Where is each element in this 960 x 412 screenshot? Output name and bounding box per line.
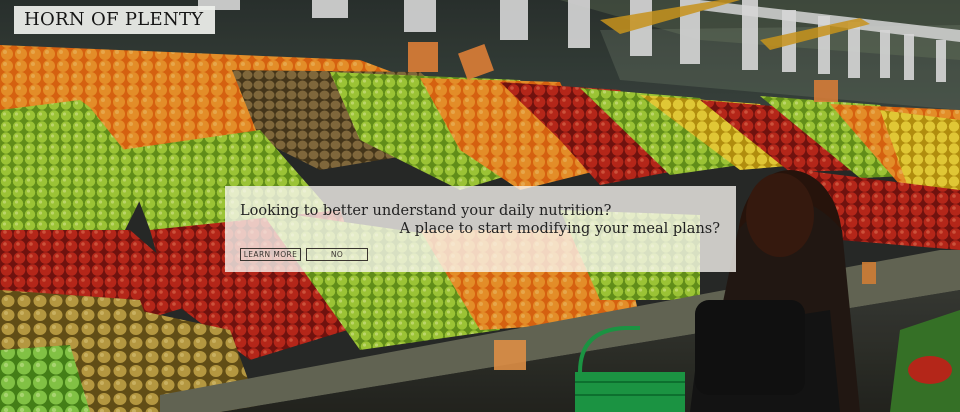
- no-button[interactable]: NO: [306, 248, 368, 261]
- learn-more-button[interactable]: LEARN MORE: [240, 248, 301, 261]
- nutrition-prompt-card: Looking to better understand your daily …: [225, 186, 736, 272]
- prompt-question-meal-plans: A place to start modifying your meal pla…: [399, 221, 720, 237]
- prompt-question-nutrition: Looking to better understand your daily …: [240, 203, 612, 219]
- brand-logo[interactable]: HORN OF PLENTY: [14, 6, 215, 34]
